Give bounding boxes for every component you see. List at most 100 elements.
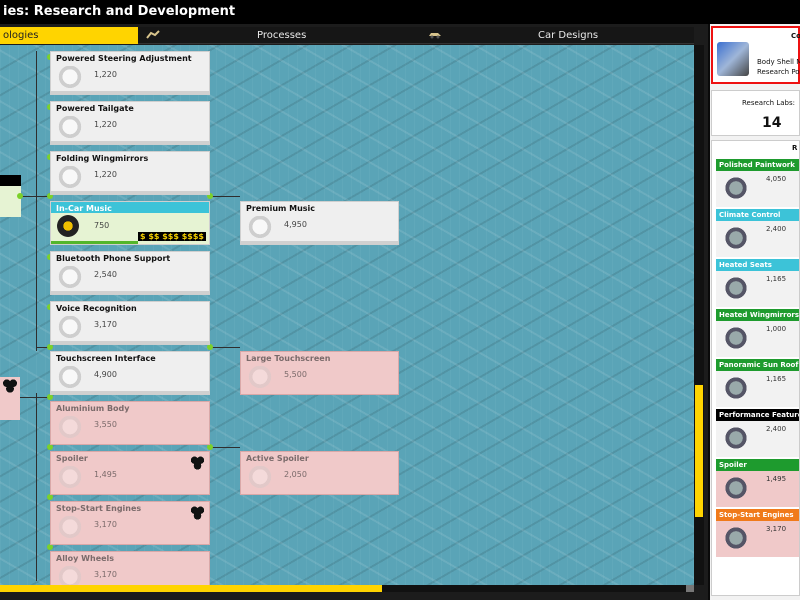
research-card-voice-recognition[interactable]: Voice Recognition 3,170: [50, 301, 210, 345]
card-cost: 1,220: [94, 70, 117, 79]
tab-bar: ologies Processes Car Designs: [0, 27, 694, 44]
tab-processes-label: Processes: [257, 30, 307, 41]
queue-item-title: Spoiler: [716, 459, 799, 471]
research-card-powered-steering-adjustment[interactable]: Powered Steering Adjustment 1,220: [50, 51, 210, 95]
connector-line: [20, 397, 50, 398]
queue-item-heated-wingmirrors[interactable]: Heated Wingmirrors 1,000: [716, 309, 799, 357]
current-component-panel[interactable]: Co Body Shell M Research Po: [711, 26, 800, 84]
research-card-premium-music[interactable]: Premium Music 4,950: [240, 201, 399, 245]
body-shell-machine-icon: [717, 42, 749, 76]
card-cost: 1,220: [94, 170, 117, 179]
queue-item-stop-start-engines[interactable]: Stop-Start Engines 3,170: [716, 509, 799, 557]
card-title: Bluetooth Phone Support: [56, 254, 171, 263]
card-title: In-Car Music: [56, 204, 112, 213]
card-title: Voice Recognition: [56, 304, 137, 313]
tab-car-designs-label: Car Designs: [538, 30, 599, 41]
card-cost: 3,170: [94, 520, 117, 529]
research-tree[interactable]: Powered Steering Adjustment 1,220 Powere…: [0, 45, 694, 585]
card-progress-bar: [51, 291, 209, 294]
tailgate-icon: [57, 116, 83, 140]
touchscreen-icon: [247, 366, 273, 390]
research-card-spoiler[interactable]: Spoiler 1,495: [50, 451, 210, 495]
card-cost: 2,050: [284, 470, 307, 479]
card-title: Premium Music: [246, 204, 316, 213]
card-cost: 4,950: [284, 220, 307, 229]
engine-icon: [57, 516, 83, 540]
speaker-icon: [57, 215, 79, 237]
research-card-active-spoiler[interactable]: Active Spoiler 2,050: [240, 451, 399, 495]
card-progress-bar: [241, 241, 398, 244]
card-title: Touchscreen Interface: [56, 354, 156, 363]
queue-item-cost: 3,170: [766, 525, 787, 533]
research-queue-title: R: [792, 144, 798, 152]
connector-line: [20, 196, 50, 197]
card-progress-bar: [51, 191, 209, 194]
component-name: Body Shell M: [757, 58, 800, 66]
research-queue[interactable]: R Polished Paintwork 4,050 Climate Contr…: [711, 140, 800, 596]
card-cost: 2,540: [94, 270, 117, 279]
team-icon: [190, 506, 205, 520]
queue-item-heated-seats[interactable]: Heated Seats 1,165: [716, 259, 799, 307]
research-card-aluminium-body[interactable]: Aluminium Body 3,550: [50, 401, 210, 445]
robot-arm-icon: [146, 30, 160, 39]
research-labs-panel: Research Labs: 14: [711, 90, 800, 136]
queue-item-climate-control[interactable]: Climate Control 2,400: [716, 209, 799, 257]
horizontal-scrollbar-thumb[interactable]: [0, 585, 382, 592]
card-cost: 5,500: [284, 370, 307, 379]
queue-item-cost: 2,400: [766, 425, 787, 433]
research-card-touchscreen-interface[interactable]: Touchscreen Interface 4,900: [50, 351, 210, 395]
research-labs-label: Research Labs:: [742, 99, 795, 107]
team-icon: [190, 456, 205, 470]
research-card-powered-tailgate[interactable]: Powered Tailgate 1,220: [50, 101, 210, 145]
queue-item-spoiler[interactable]: Spoiler 1,495: [716, 459, 799, 507]
research-card-bluetooth-phone-support[interactable]: Bluetooth Phone Support 2,540: [50, 251, 210, 295]
tab-technologies[interactable]: ologies: [0, 27, 138, 44]
research-card-folding-wingmirrors[interactable]: Folding Wingmirrors 1,220: [50, 151, 210, 195]
tab-processes[interactable]: Processes: [144, 27, 420, 44]
card-cost: 3,170: [94, 320, 117, 329]
scroll-right-button[interactable]: [686, 585, 694, 592]
card-cost: 1,495: [94, 470, 117, 479]
connector-line: [36, 51, 37, 351]
card-progress-bar: [51, 241, 138, 244]
wheel-icon: [57, 566, 83, 585]
steering-wheel-icon: [57, 66, 83, 90]
card-cost: 1,220: [94, 120, 117, 129]
connector-dot: [17, 193, 23, 199]
team-icon: [2, 379, 18, 393]
card-title: Powered Tailgate: [56, 104, 134, 113]
wingmirror-icon: [57, 166, 83, 190]
queue-item-panoramic-sun-roof[interactable]: Panoramic Sun Roof 1,165: [716, 359, 799, 407]
queue-item-polished-paintwork[interactable]: Polished Paintwork 4,050: [716, 159, 799, 207]
car-body-icon: [57, 416, 83, 440]
queue-item-title: Stop-Start Engines: [716, 509, 799, 521]
queue-item-title: Performance Feature: [716, 409, 799, 421]
component-panel-title: Co: [791, 32, 800, 40]
card-progress-bar: [51, 391, 209, 394]
queue-item-cost: 1,165: [766, 375, 787, 383]
research-card-large-touchscreen[interactable]: Large Touchscreen 5,500: [240, 351, 399, 395]
research-card-in-car-music[interactable]: In-Car Music 750 $ $$ $$$ $$$$: [50, 201, 210, 245]
connector-line: [210, 447, 240, 448]
queue-item-performance-feature[interactable]: Performance Feature 2,400: [716, 409, 799, 457]
card-title: Large Touchscreen: [246, 354, 331, 363]
car-icon: [429, 33, 441, 39]
wingmirror-icon: [722, 325, 750, 351]
tab-car-designs[interactable]: Car Designs: [426, 27, 694, 44]
queue-item-title: Heated Seats: [716, 259, 799, 271]
connector-line: [210, 347, 240, 348]
vertical-scrollbar-thumb[interactable]: [695, 385, 703, 517]
funding-level-selector[interactable]: $ $$ $$$ $$$$: [137, 232, 206, 241]
vertical-scrollbar[interactable]: [694, 45, 704, 585]
queue-item-title: Climate Control: [716, 209, 799, 221]
research-card-alloy-wheels[interactable]: Alloy Wheels 3,170: [50, 551, 210, 585]
queue-item-cost: 4,050: [766, 175, 787, 183]
speaker-icon: [247, 216, 273, 240]
spoiler-icon: [57, 466, 83, 490]
card-cost: 750: [94, 221, 110, 230]
queue-item-cost: 1,165: [766, 275, 787, 283]
side-panel: Co Body Shell M Research Po Research Lab…: [710, 24, 800, 600]
research-card-stop-start-engines[interactable]: Stop-Start Engines 3,170: [50, 501, 210, 545]
horizontal-scrollbar[interactable]: [0, 585, 694, 592]
queue-item-cost: 1,000: [766, 325, 787, 333]
